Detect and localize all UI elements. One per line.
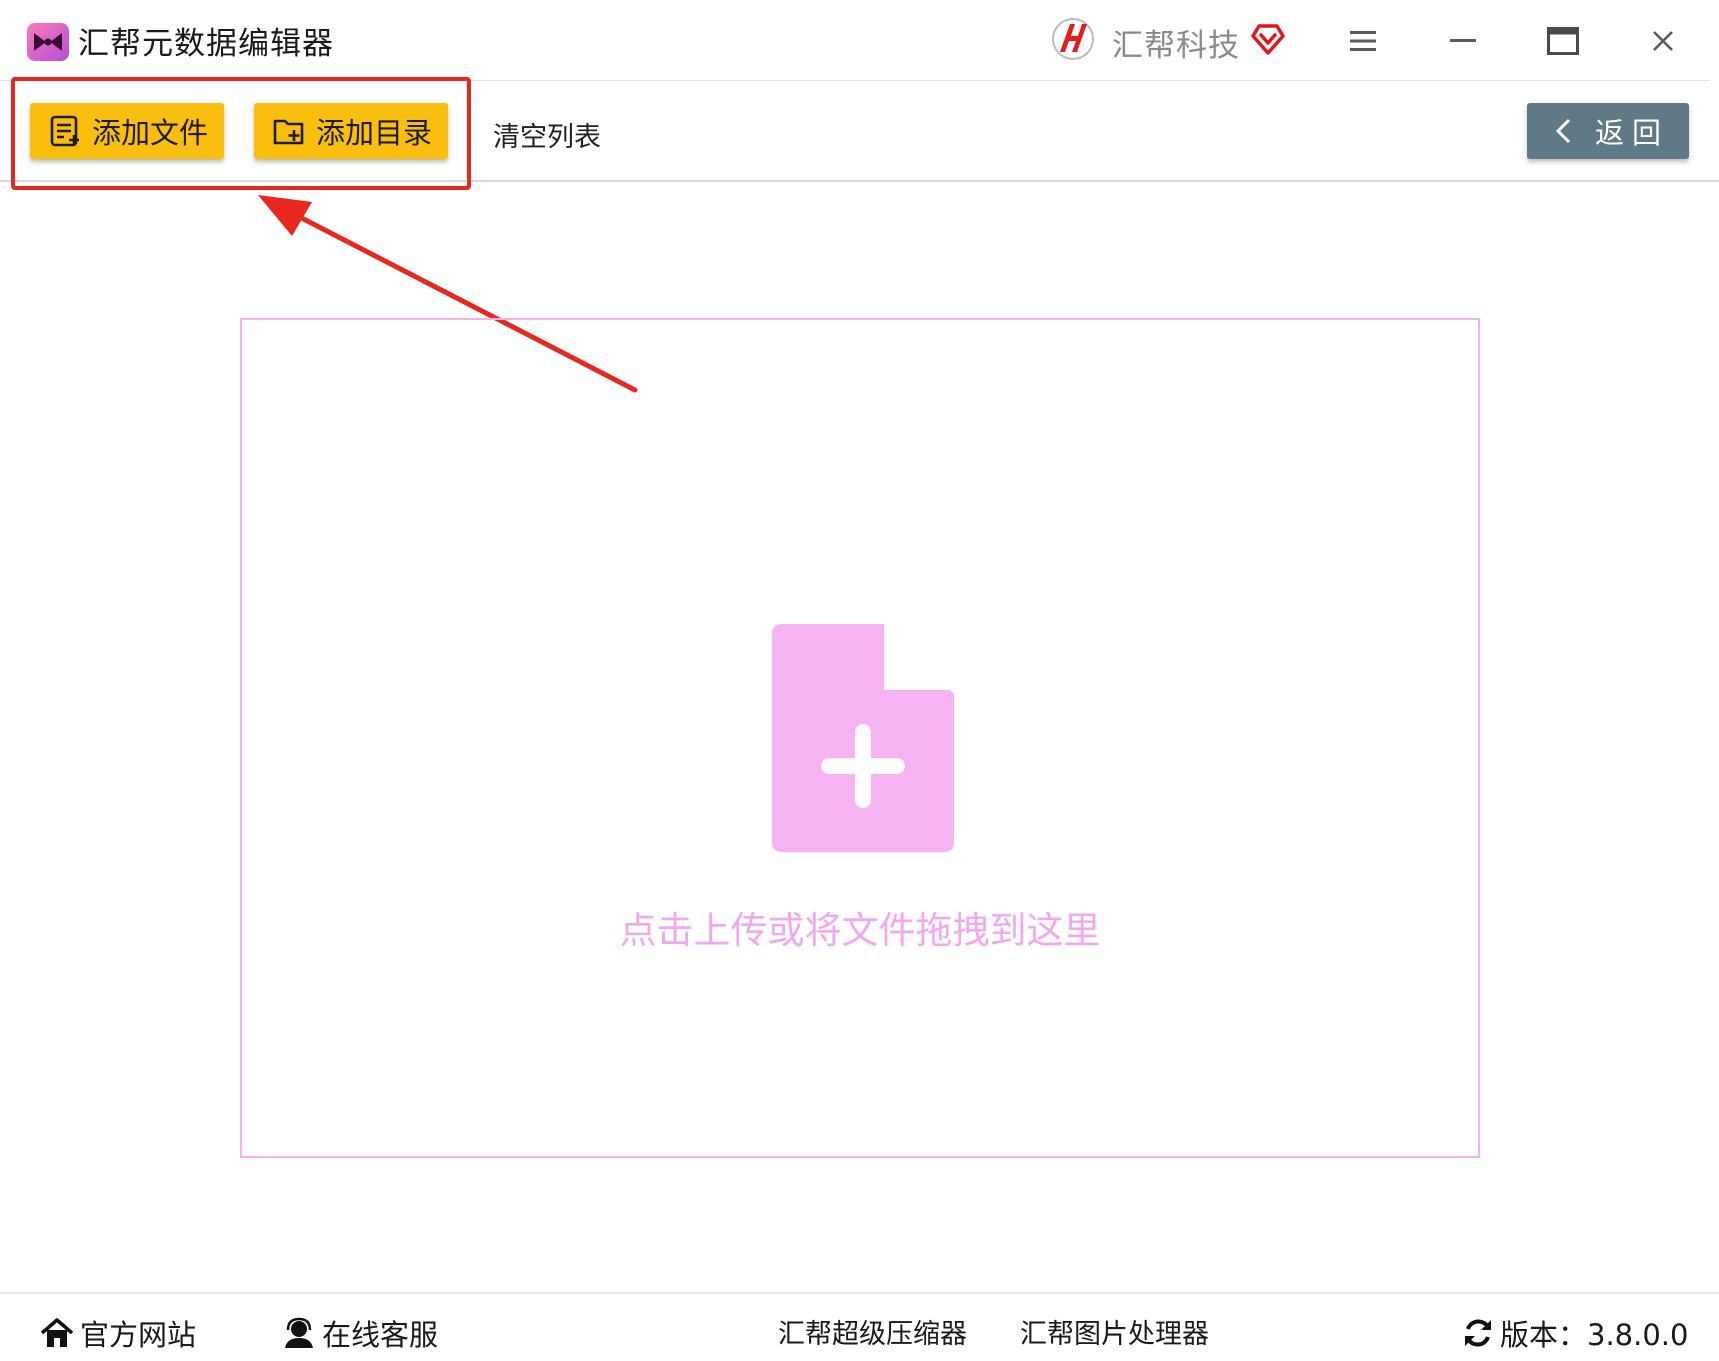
brand-name: 汇帮科技 xyxy=(1112,28,1240,64)
footer-bar: 官方网站 在线客服 汇帮超级压缩器 汇帮图片处理器 版本：3.8.0.0 xyxy=(0,1292,1719,1361)
file-drop-zone[interactable]: 点击上传或将文件拖拽到这里 xyxy=(240,318,1480,1158)
official-site-link[interactable]: 官方网站 xyxy=(40,1312,196,1354)
menu-button[interactable] xyxy=(1338,18,1388,64)
home-icon xyxy=(40,1318,74,1347)
huibang-h-logo-icon xyxy=(1052,18,1094,60)
online-service-label: 在线客服 xyxy=(322,1318,439,1352)
add-file-button[interactable]: 添加文件 xyxy=(30,103,224,159)
file-plus-icon xyxy=(772,624,954,852)
hamburger-menu-icon xyxy=(1350,31,1376,51)
maximize-icon xyxy=(1547,27,1579,55)
app-title: 汇帮元数据编辑器 xyxy=(78,26,334,62)
add-file-icon xyxy=(50,115,79,147)
image-tool-link[interactable]: 汇帮图片处理器 xyxy=(1020,1312,1209,1351)
online-service-link[interactable]: 在线客服 xyxy=(282,1312,438,1354)
heart-vip-icon[interactable] xyxy=(1250,22,1286,56)
title-bar: 汇帮元数据编辑器 汇帮科技 xyxy=(0,0,1710,81)
compressor-link[interactable]: 汇帮超级压缩器 xyxy=(778,1312,967,1351)
customer-service-icon xyxy=(285,1317,313,1348)
back-button[interactable]: 返回 xyxy=(1527,103,1689,159)
drop-hint-text: 点击上传或将文件拖拽到这里 xyxy=(619,909,1101,952)
minimize-icon xyxy=(1450,39,1476,42)
minimize-button[interactable] xyxy=(1438,18,1488,64)
back-label: 返回 xyxy=(1595,116,1670,150)
maximize-button[interactable] xyxy=(1538,18,1588,64)
version-info: 版本：3.8.0.0 xyxy=(1462,1312,1688,1354)
close-icon xyxy=(1653,31,1673,51)
add-directory-button[interactable]: 添加目录 xyxy=(254,103,448,159)
add-file-label: 添加文件 xyxy=(92,116,209,150)
close-button[interactable] xyxy=(1638,18,1688,64)
clear-list-button[interactable]: 清空列表 xyxy=(493,115,601,154)
toolbar: 添加文件 添加目录 清空列表 返回 xyxy=(0,81,1719,182)
add-folder-icon xyxy=(273,119,304,145)
bow-tie-logo-icon xyxy=(27,23,69,61)
chevron-left-icon xyxy=(1555,118,1571,144)
add-directory-label: 添加目录 xyxy=(316,116,433,150)
refresh-icon xyxy=(1465,1319,1491,1347)
version-label: 版本：3.8.0.0 xyxy=(1500,1318,1689,1352)
official-site-label: 官方网站 xyxy=(80,1318,197,1352)
